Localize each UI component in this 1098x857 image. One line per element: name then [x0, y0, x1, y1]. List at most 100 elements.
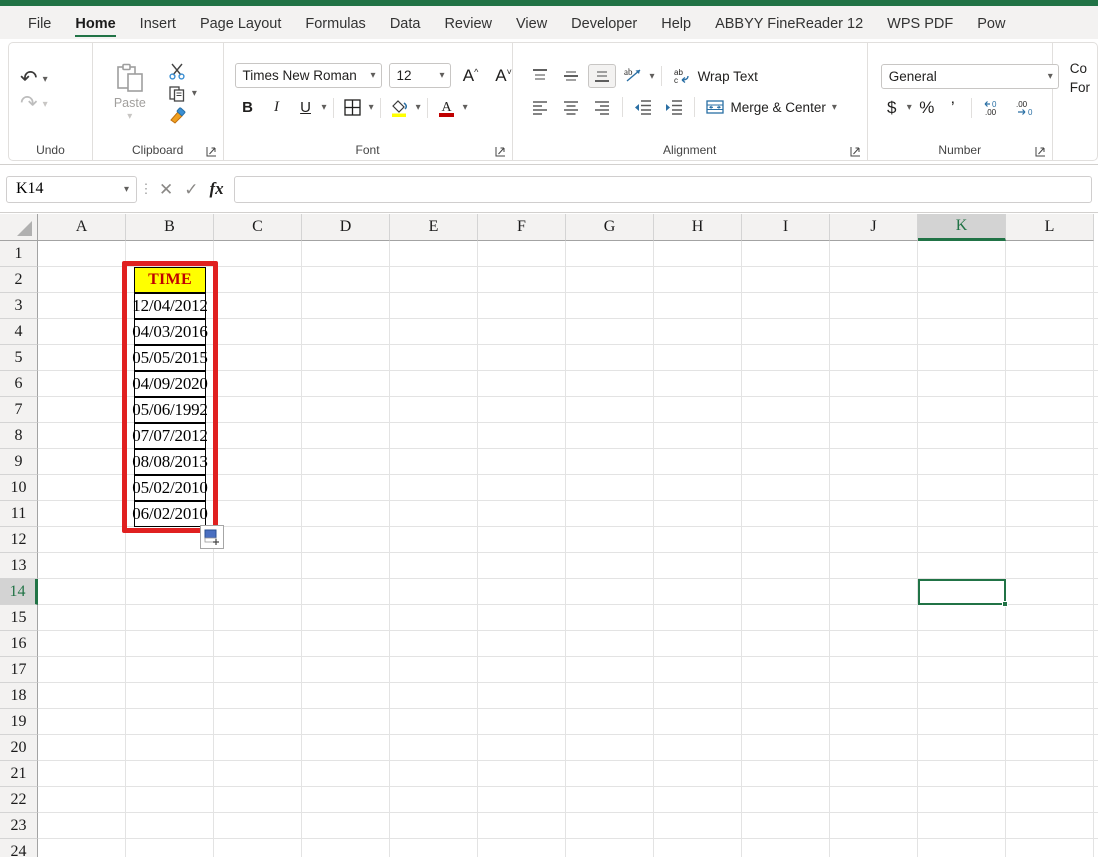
row-header-18[interactable]: 18: [0, 683, 38, 709]
formula-input[interactable]: [234, 176, 1092, 203]
italic-button[interactable]: I: [264, 95, 290, 120]
chevron-down-icon[interactable]: ▾: [832, 102, 837, 113]
decrease-decimal-button[interactable]: 0 .00: [979, 96, 1007, 120]
wrap-text-button[interactable]: ab c Wrap Text: [668, 65, 762, 87]
row-header-22[interactable]: 22: [0, 787, 38, 813]
ribbon-tab-insert[interactable]: Insert: [130, 16, 186, 39]
dialog-launcher-font[interactable]: [495, 146, 506, 157]
undo-button[interactable]: ↶ ▾: [20, 69, 48, 89]
column-header-A[interactable]: A: [38, 214, 126, 241]
decrease-indent-button[interactable]: [629, 95, 657, 119]
row-header-14[interactable]: 14: [0, 579, 38, 605]
ribbon-tab-wps-pdf[interactable]: WPS PDF: [877, 16, 963, 39]
row-header-2[interactable]: 2: [0, 267, 38, 293]
column-header-K[interactable]: K: [918, 214, 1006, 241]
name-box[interactable]: K14 ▾: [6, 176, 137, 203]
underline-button[interactable]: U: [293, 95, 319, 120]
borders-button[interactable]: [340, 95, 366, 120]
row-header-10[interactable]: 10: [0, 475, 38, 501]
row-header-6[interactable]: 6: [0, 371, 38, 397]
format-painter-button[interactable]: [168, 107, 197, 124]
chevron-down-icon[interactable]: ▾: [43, 74, 48, 85]
column-header-F[interactable]: F: [478, 214, 566, 241]
paste-options-button[interactable]: [200, 525, 224, 549]
chevron-down-icon[interactable]: ▾: [369, 102, 374, 113]
table-header-cell-time[interactable]: TIME: [134, 267, 206, 293]
chevron-down-icon[interactable]: ▾: [124, 184, 129, 195]
row-header-23[interactable]: 23: [0, 813, 38, 839]
row-header-8[interactable]: 8: [0, 423, 38, 449]
ribbon-tab-formulas[interactable]: Formulas: [295, 16, 375, 39]
merge-and-center-button[interactable]: Merge & Center ▾: [701, 96, 841, 118]
chevron-down-icon[interactable]: ▾: [463, 102, 468, 113]
redo-button[interactable]: ↷ ▾: [20, 94, 48, 114]
row-header-20[interactable]: 20: [0, 735, 38, 761]
accounting-format-button[interactable]: $: [881, 98, 903, 118]
select-all-corner[interactable]: [0, 214, 38, 241]
chevron-down-icon[interactable]: ▾: [192, 88, 197, 99]
font-name-combo[interactable]: Times New Roman ▾: [235, 63, 382, 88]
align-center-button[interactable]: [557, 95, 585, 119]
paste-button[interactable]: Paste ▾: [100, 62, 160, 122]
table-data-cell[interactable]: 05/05/2015: [134, 345, 206, 371]
increase-decimal-button[interactable]: .00 0: [1011, 96, 1039, 120]
column-header-C[interactable]: C: [214, 214, 302, 241]
row-header-7[interactable]: 7: [0, 397, 38, 423]
chevron-down-icon[interactable]: ▾: [416, 102, 421, 113]
table-data-cell[interactable]: 04/09/2020: [134, 371, 206, 397]
chevron-down-icon[interactable]: ▾: [322, 102, 327, 113]
column-header-L[interactable]: L: [1006, 214, 1094, 241]
row-header-5[interactable]: 5: [0, 345, 38, 371]
table-data-cell[interactable]: 08/08/2013: [134, 449, 206, 475]
align-top-button[interactable]: [526, 64, 554, 88]
fill-handle[interactable]: [1002, 601, 1008, 607]
ribbon-tab-pow[interactable]: Pow: [967, 16, 1015, 39]
align-left-button[interactable]: [526, 95, 554, 119]
chevron-down-icon[interactable]: ▾: [371, 70, 376, 81]
ribbon-tab-view[interactable]: View: [506, 16, 557, 39]
percent-style-button[interactable]: %: [916, 98, 938, 118]
align-right-button[interactable]: [588, 95, 616, 119]
ribbon-tab-page-layout[interactable]: Page Layout: [190, 16, 291, 39]
table-data-cell[interactable]: 05/06/1992: [134, 397, 206, 423]
dialog-launcher-alignment[interactable]: [850, 146, 861, 157]
chevron-down-icon[interactable]: ▾: [907, 102, 912, 113]
cell-area[interactable]: TIME12/04/201204/03/201605/05/201504/09/…: [38, 241, 1098, 857]
table-data-cell[interactable]: 06/02/2010: [134, 501, 206, 527]
column-header-B[interactable]: B: [126, 214, 214, 241]
row-header-4[interactable]: 4: [0, 319, 38, 345]
comma-style-button[interactable]: ’: [942, 98, 964, 118]
orientation-button[interactable]: ab: [619, 64, 647, 88]
ribbon-tab-file[interactable]: File: [18, 16, 61, 39]
column-header-D[interactable]: D: [302, 214, 390, 241]
number-format-combo[interactable]: General ▾: [881, 64, 1059, 89]
table-data-cell[interactable]: 05/02/2010: [134, 475, 206, 501]
chevron-down-icon[interactable]: ▾: [440, 70, 445, 81]
table-data-cell[interactable]: 07/07/2012: [134, 423, 206, 449]
row-header-1[interactable]: 1: [0, 241, 38, 267]
font-size-combo[interactable]: 12 ▾: [389, 63, 451, 88]
row-header-12[interactable]: 12: [0, 527, 38, 553]
increase-indent-button[interactable]: [660, 95, 688, 119]
column-header-G[interactable]: G: [566, 214, 654, 241]
cancel-x-icon[interactable]: ✕: [159, 181, 173, 198]
fx-icon[interactable]: fx: [210, 179, 224, 199]
row-header-16[interactable]: 16: [0, 631, 38, 657]
column-header-H[interactable]: H: [654, 214, 742, 241]
copy-button[interactable]: ▾: [168, 84, 197, 103]
conditional-formatting-line1[interactable]: Co: [1070, 59, 1090, 78]
chevron-down-icon[interactable]: ▾: [43, 99, 48, 110]
ribbon-tab-developer[interactable]: Developer: [561, 16, 647, 39]
column-header-E[interactable]: E: [390, 214, 478, 241]
enter-check-icon[interactable]: ✓: [184, 181, 198, 198]
ribbon-tab-help[interactable]: Help: [651, 16, 701, 39]
selected-cell-k14[interactable]: [918, 579, 1006, 605]
ribbon-tab-data[interactable]: Data: [380, 16, 431, 39]
ribbon-tab-review[interactable]: Review: [434, 16, 502, 39]
row-header-19[interactable]: 19: [0, 709, 38, 735]
cut-button[interactable]: [168, 62, 197, 80]
ribbon-tab-abbyy-finereader-12[interactable]: ABBYY FineReader 12: [705, 16, 873, 39]
fill-color-button[interactable]: [387, 95, 413, 120]
bold-button[interactable]: B: [235, 95, 261, 120]
align-bottom-button[interactable]: [588, 64, 616, 88]
